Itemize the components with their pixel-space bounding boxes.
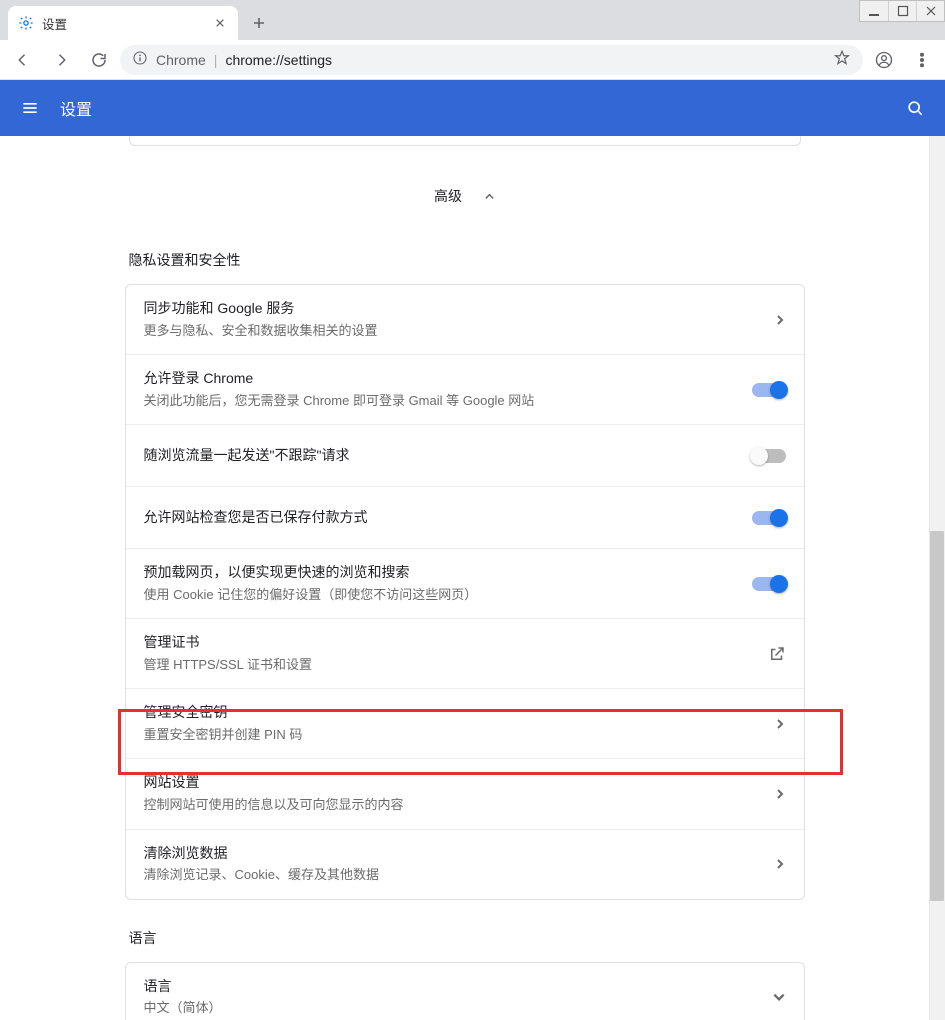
row-do-not-track[interactable]: 随浏览流量一起发送"不跟踪"请求 [126,424,804,486]
content-area: 高级 隐私设置和安全性 同步功能和 Google 服务更多与隐私、安全和数据收集… [0,136,945,1020]
privacy-card: 同步功能和 Google 服务更多与隐私、安全和数据收集相关的设置 允许登录 C… [125,284,805,900]
row-title: 网站设置 [144,773,740,793]
row-sync-google-services[interactable]: 同步功能和 Google 服务更多与隐私、安全和数据收集相关的设置 [126,285,804,354]
settings-title: 设置 [60,96,92,120]
browser-toolbar: Chrome | chrome://settings [0,40,945,80]
row-clear-browsing-data[interactable]: 清除浏览数据清除浏览记录、Cookie、缓存及其他数据 [126,829,804,899]
chevron-down-icon [740,990,786,1004]
row-subtitle: 关闭此功能后，您无需登录 Chrome 即可登录 Gmail 等 Google … [144,391,740,411]
row-title: 允许登录 Chrome [144,369,740,389]
toggle-do-not-track[interactable] [752,449,786,463]
address-chip: Chrome [156,52,206,68]
window-maximize-button[interactable] [888,1,916,21]
row-subtitle: 重置安全密钥并创建 PIN 码 [144,725,740,745]
address-url: chrome://settings [225,52,332,68]
row-title: 管理安全密钥 [144,703,740,723]
chevron-right-icon [740,314,786,326]
back-button[interactable] [6,43,40,77]
row-allow-chrome-signin[interactable]: 允许登录 Chrome关闭此功能后，您无需登录 Chrome 即可登录 Gmai… [126,354,804,424]
row-subtitle: 清除浏览记录、Cookie、缓存及其他数据 [144,865,740,885]
address-bar[interactable]: Chrome | chrome://settings [120,45,863,75]
previous-card-edge [129,136,801,146]
row-subtitle: 控制网站可使用的信息以及可向您显示的内容 [144,795,740,815]
chevron-up-icon [484,189,495,205]
site-info-icon[interactable] [132,50,148,69]
reload-button[interactable] [82,43,116,77]
toggle-preload[interactable] [752,577,786,591]
advanced-label: 高级 [434,188,462,204]
window-close-button[interactable] [916,1,944,21]
menu-button[interactable] [905,43,939,77]
browser-tab[interactable]: 设置 [8,6,238,40]
external-link-icon [740,645,786,663]
row-preload-pages[interactable]: 预加载网页，以便实现更快速的浏览和搜索使用 Cookie 记住您的偏好设置（即使… [126,548,804,618]
bookmark-star-icon[interactable] [833,49,851,70]
window-minimize-button[interactable] [860,1,888,21]
row-manage-security-keys[interactable]: 管理安全密钥重置安全密钥并创建 PIN 码 [126,688,804,758]
row-payment-check[interactable]: 允许网站检查您是否已保存付款方式 [126,486,804,548]
row-manage-certificates[interactable]: 管理证书管理 HTTPS/SSL 证书和设置 [126,618,804,688]
chevron-right-icon [740,788,786,800]
row-subtitle: 中文（简体） [144,998,740,1018]
window-controls [859,0,945,22]
toggle-allow-signin[interactable] [752,383,786,397]
chevron-right-icon [740,718,786,730]
section-title-privacy: 隐私设置和安全性 [125,232,805,284]
scrollbar-track[interactable] [929,136,945,1020]
tab-strip: 设置 [0,0,945,40]
row-title: 语言 [144,977,740,997]
profile-button[interactable] [867,43,901,77]
row-subtitle: 更多与隐私、安全和数据收集相关的设置 [144,321,740,341]
chevron-right-icon [740,858,786,870]
row-language[interactable]: 语言中文（简体） [126,963,804,1020]
row-title: 清除浏览数据 [144,844,740,864]
gear-icon [18,15,34,31]
tab-title: 设置 [42,14,204,33]
row-title: 随浏览流量一起发送"不跟踪"请求 [144,446,740,466]
toggle-payment-check[interactable] [752,511,786,525]
address-separator: | [214,52,218,68]
scrollbar-thumb[interactable] [930,531,944,901]
row-site-settings[interactable]: 网站设置控制网站可使用的信息以及可向您显示的内容 [126,758,804,828]
advanced-toggle-row[interactable]: 高级 [125,146,805,232]
row-title: 同步功能和 Google 服务 [144,299,740,319]
search-button[interactable] [901,98,929,118]
row-title: 允许网站检查您是否已保存付款方式 [144,508,740,528]
row-subtitle: 管理 HTTPS/SSL 证书和设置 [144,655,740,675]
row-subtitle: 使用 Cookie 记住您的偏好设置（即使您不访问这些网页） [144,585,740,605]
row-title: 预加载网页，以便实现更快速的浏览和搜索 [144,563,740,583]
settings-header: 设置 [0,80,945,136]
row-title: 管理证书 [144,633,740,653]
tab-close-button[interactable] [212,15,228,31]
forward-button[interactable] [44,43,78,77]
language-card: 语言中文（简体） 拼写检查所选语言不支持拼写检查 [125,962,805,1020]
section-title-language: 语言 [125,900,805,962]
hamburger-menu-button[interactable] [16,98,44,118]
new-tab-button[interactable] [244,8,274,38]
